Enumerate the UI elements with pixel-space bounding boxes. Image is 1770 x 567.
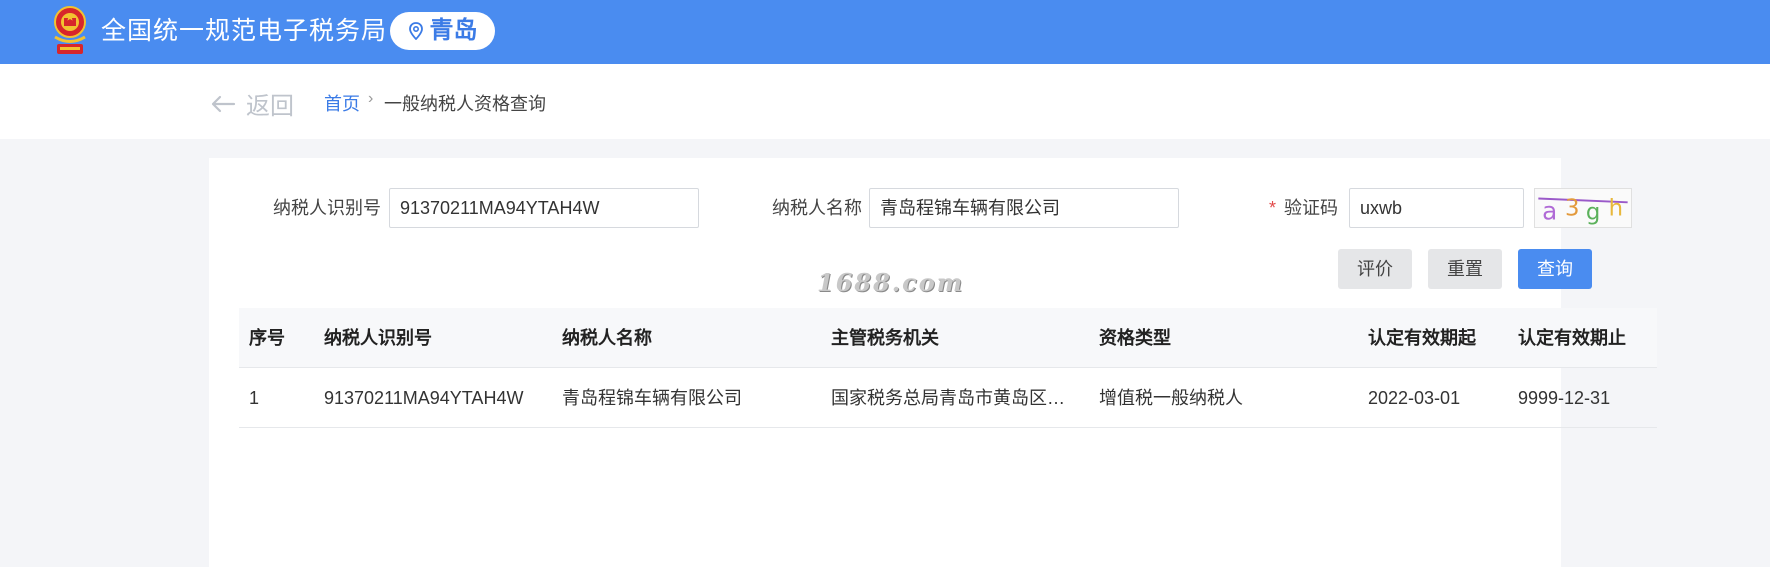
captcha-char-3: g	[1586, 199, 1600, 225]
required-mark: *	[1269, 198, 1277, 218]
table-cell-qualification-type: 增值税一般纳税人	[1099, 388, 1243, 408]
query-panel: 纳税人识别号 91370211MA94YTAH4W 纳税人名称 青岛程锦车辆有限…	[209, 158, 1657, 567]
column-header: 序号	[249, 328, 285, 348]
captcha-input[interactable]: uxwb	[1349, 188, 1524, 228]
back-button[interactable]: 返回	[210, 86, 294, 121]
column-header: 认定有效期止	[1518, 328, 1626, 348]
taxpayer-name-label: 纳税人名称	[772, 198, 862, 218]
result-table: 序号 纳税人识别号 纳税人名称 主管税务机关 资格类型 认定有效期起 认定有效期…	[239, 308, 1657, 428]
captcha-label-text: 验证码	[1284, 198, 1339, 218]
arrow-left-icon	[211, 95, 236, 112]
captcha-label: * 验证码	[1269, 188, 1338, 228]
table-cell-valid-from: 2022-03-01	[1368, 388, 1461, 408]
location-pin-icon	[408, 22, 423, 40]
table-header-row: 序号 纳税人识别号 纳税人名称 主管税务机关 资格类型 认定有效期起 认定有效期…	[239, 308, 1657, 368]
taxpayer-id-input[interactable]: 91370211MA94YTAH4W	[389, 188, 699, 228]
back-label: 返回	[246, 93, 294, 120]
column-header: 纳税人名称	[562, 328, 652, 348]
table-cell-index: 1	[249, 388, 260, 408]
column-header: 资格类型	[1099, 328, 1171, 348]
breadcrumb-home-link[interactable]: 首页	[324, 90, 360, 116]
site-title: 全国统一规范电子税务局	[101, 17, 388, 45]
captcha-char-2: 3	[1565, 196, 1580, 222]
table-cell-tax-authority: 国家税务总局青岛市黄岛区税…	[831, 388, 1081, 408]
taxpayer-name-input[interactable]: 青岛程锦车辆有限公司	[869, 188, 1179, 228]
taxpayer-id-label: 纳税人识别号	[273, 198, 381, 218]
city-name: 青岛	[429, 17, 478, 44]
city-selector[interactable]: 青岛	[390, 12, 495, 50]
table-cell-taxpayer-id: 91370211MA94YTAH4W	[324, 388, 524, 408]
column-header: 认定有效期起	[1368, 328, 1476, 348]
column-header: 主管税务机关	[831, 328, 939, 348]
national-emblem-icon	[54, 6, 86, 54]
breadcrumb-bar: 返回 首页 › 一般纳税人资格查询	[0, 64, 1770, 139]
evaluate-button[interactable]: 评价	[1338, 249, 1412, 289]
query-button[interactable]: 查询	[1518, 249, 1592, 289]
captcha-image[interactable]: a 3 g h	[1534, 188, 1632, 228]
breadcrumb-separator: ›	[368, 90, 374, 107]
table-row[interactable]: 1 91370211MA94YTAH4W 青岛程锦车辆有限公司 国家税务总局青岛…	[239, 368, 1657, 428]
top-header: 全国统一规范电子税务局 青岛	[0, 0, 1770, 64]
watermark: 1688.com	[817, 268, 965, 297]
reset-button[interactable]: 重置	[1428, 249, 1502, 289]
breadcrumb-current-page: 一般纳税人资格查询	[384, 94, 546, 114]
captcha-char-1: a	[1542, 196, 1557, 225]
captcha-char-4: h	[1609, 196, 1623, 222]
table-cell-valid-to: 9999-12-31	[1518, 388, 1611, 408]
column-header: 纳税人识别号	[324, 328, 432, 348]
table-cell-taxpayer-name: 青岛程锦车辆有限公司	[562, 388, 742, 408]
